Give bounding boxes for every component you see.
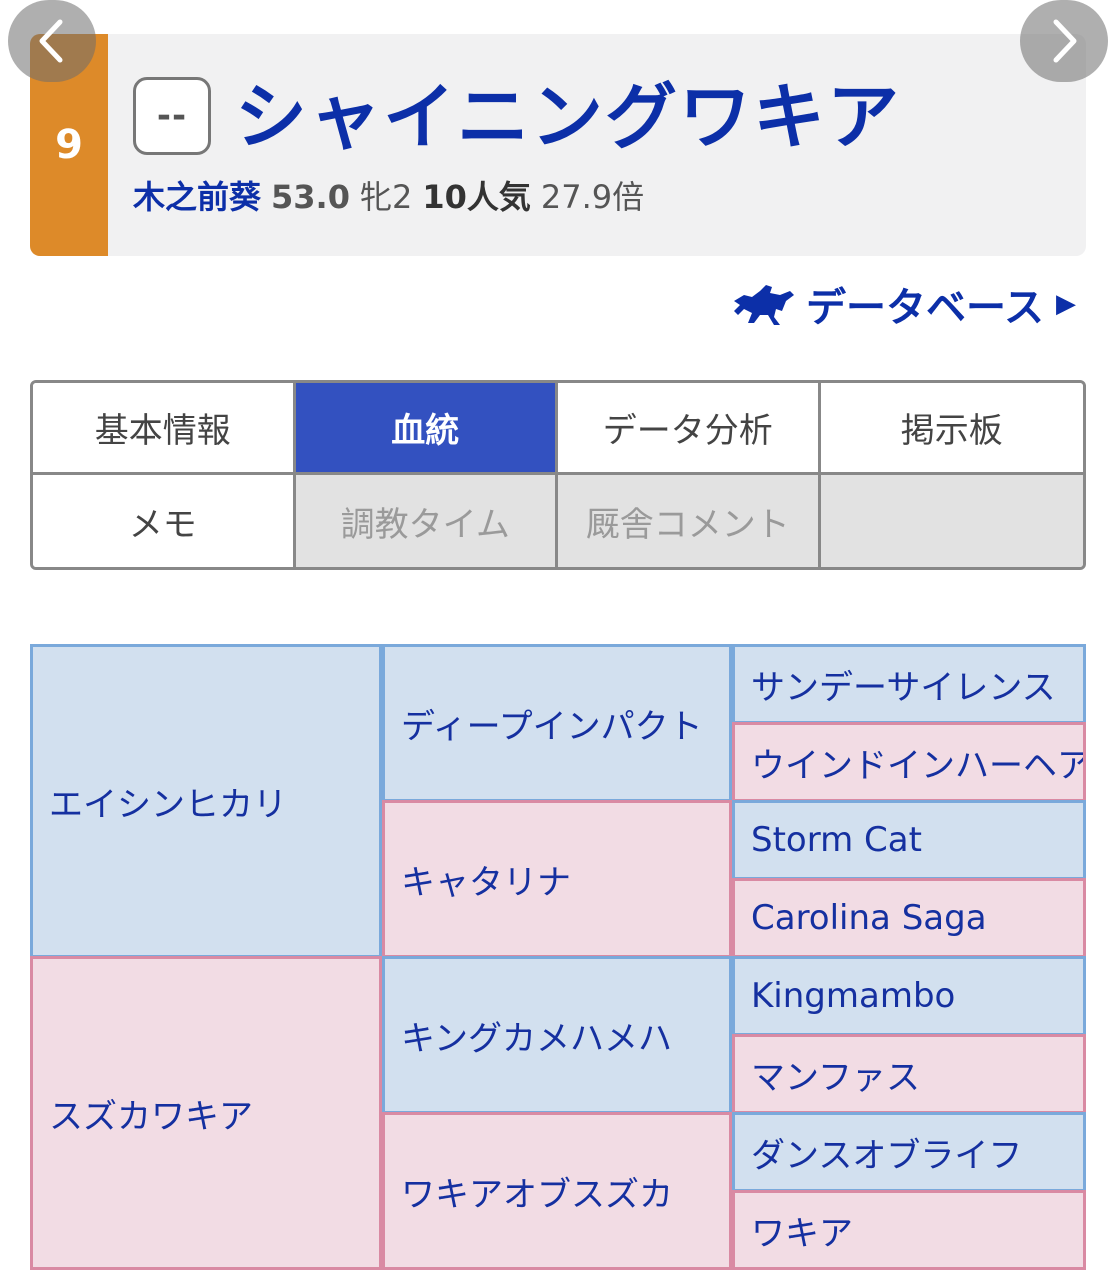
pedigree-gen3-2[interactable]: ウインドインハーヘア	[732, 722, 1086, 802]
tab-training-time: 調教タイム	[295, 475, 558, 567]
tab-memo[interactable]: メモ	[33, 475, 296, 567]
popularity: 10人気	[422, 178, 531, 216]
pedigree-gen3-6[interactable]: マンファス	[732, 1034, 1086, 1114]
carried-weight: 53.0	[271, 178, 350, 216]
odds: 27.9倍	[540, 178, 645, 216]
pedigree-gen3-4[interactable]: Carolina Saga	[732, 878, 1086, 958]
database-link[interactable]: データベース ▶	[730, 276, 1076, 332]
pedigree-sire[interactable]: エイシンヒカリ	[30, 644, 382, 958]
tab-data-analysis[interactable]: データ分析	[558, 383, 821, 475]
tab-basic-info[interactable]: 基本情報	[33, 383, 296, 475]
tab-pedigree[interactable]: 血統	[295, 383, 558, 475]
pedigree-dam-sire[interactable]: キングカメハメハ	[382, 956, 732, 1114]
jockey-link[interactable]: 木之前葵	[133, 178, 261, 216]
next-horse-button[interactable]	[1020, 0, 1108, 82]
database-link-label: データベース	[806, 285, 1044, 331]
pedigree-sire-sire[interactable]: ディープインパクト	[382, 644, 732, 802]
chevron-left-icon	[39, 19, 63, 63]
sex-age: 牝2	[359, 178, 413, 216]
pedigree-sire-dam[interactable]: キャタリナ	[382, 800, 732, 958]
tab-stable-comment: 厩舎コメント	[558, 475, 821, 567]
pedigree-table: エイシンヒカリ スズカワキア ディープインパクト キャタリナ キングカメハメハ …	[30, 644, 1086, 1270]
pedigree-gen3-5[interactable]: Kingmambo	[732, 956, 1086, 1036]
pedigree-gen3-7[interactable]: ダンスオブライフ	[732, 1112, 1086, 1192]
triangle-right-icon: ▶	[1056, 289, 1076, 319]
pedigree-dam[interactable]: スズカワキア	[30, 956, 382, 1270]
prediction-mark-button[interactable]: --	[133, 77, 211, 155]
chevron-right-icon	[1053, 19, 1077, 63]
previous-horse-button[interactable]	[8, 0, 96, 82]
tab-empty	[820, 475, 1083, 567]
pedigree-gen3-3[interactable]: Storm Cat	[732, 800, 1086, 880]
section-tabs: 基本情報 血統 データ分析 掲示板 メモ 調教タイム 厩舎コメント	[30, 380, 1086, 570]
pedigree-gen3-8[interactable]: ワキア	[732, 1190, 1086, 1270]
horse-rider-icon	[734, 285, 794, 325]
tab-bulletin-board[interactable]: 掲示板	[820, 383, 1083, 475]
horse-info-line: 木之前葵 53.0 牝2 10人気 27.9倍	[133, 177, 644, 217]
pedigree-dam-dam[interactable]: ワキアオブスズカ	[382, 1112, 732, 1270]
pedigree-gen3-1[interactable]: サンデーサイレンス	[732, 644, 1086, 724]
horse-header-card: 9 -- シャイニングワキア 木之前葵 53.0 牝2 10人気 27.9倍	[30, 34, 1086, 256]
horse-name: シャイニングワキア	[235, 75, 902, 159]
